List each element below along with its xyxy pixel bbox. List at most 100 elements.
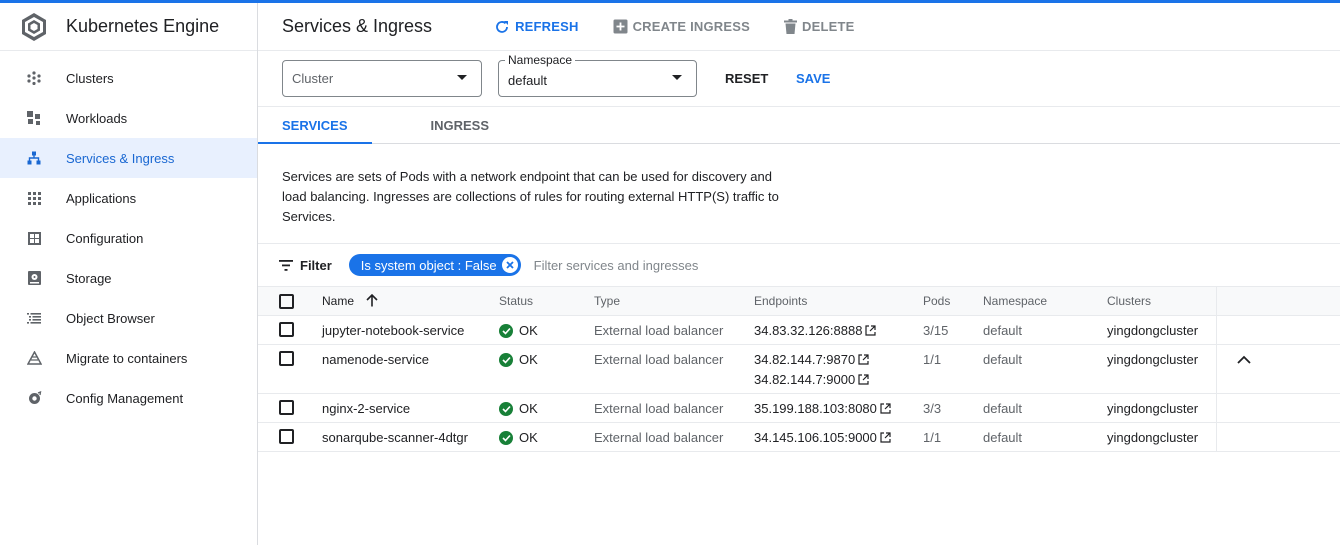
- filter-button[interactable]: Filter: [279, 258, 332, 273]
- cluster-select-placeholder: Cluster: [292, 71, 334, 86]
- filter-icon: [279, 259, 293, 271]
- refresh-icon: [496, 20, 509, 33]
- check-circle-icon: [499, 352, 513, 367]
- endpoint-link[interactable]: 34.145.106.105:9000: [754, 430, 923, 445]
- reset-button[interactable]: RESET: [725, 71, 768, 86]
- service-name[interactable]: sonarqube-scanner-4dtgr: [322, 423, 499, 452]
- endpoint-link[interactable]: 34.82.144.7:9870: [754, 352, 923, 367]
- cluster-select[interactable]: Cluster: [282, 60, 482, 97]
- service-name[interactable]: jupyter-notebook-service: [322, 316, 499, 345]
- pods-count: 3/3: [923, 401, 942, 416]
- chevron-up-icon[interactable]: [1236, 355, 1251, 364]
- cluster-cell[interactable]: yingdongcluster: [1107, 345, 1216, 394]
- sidebar-item-migrate-to-containers[interactable]: Migrate to containers: [0, 338, 257, 378]
- applications-icon: [26, 190, 42, 206]
- sidebar-item-services-ingress[interactable]: Services & Ingress: [0, 138, 257, 178]
- external-link-icon: [858, 354, 869, 365]
- table-filter-bar: Filter Is system object : False: [258, 243, 1340, 286]
- column-header-endpoints[interactable]: Endpoints: [754, 287, 923, 316]
- actions-cell: [1215, 344, 1340, 394]
- app-title: Kubernetes Engine: [66, 16, 220, 36]
- description-text: Services are sets of Pods with a network…: [282, 169, 779, 224]
- clusters-icon: [26, 70, 42, 86]
- sidebar-item-label: Clusters: [66, 70, 114, 86]
- caret-down-icon: [672, 75, 682, 80]
- brand: Kubernetes Engine: [0, 3, 257, 51]
- status-text: OK: [519, 430, 538, 445]
- namespace-select[interactable]: Namespace default: [498, 53, 697, 97]
- pods-count: 1/1: [923, 430, 942, 445]
- sidebar-item-label: Configuration: [66, 230, 144, 246]
- select-all-checkbox[interactable]: [279, 293, 294, 309]
- table-header-row: Name Status Type Endpoints Pods Namespac…: [258, 286, 1340, 316]
- trash-icon: [784, 19, 798, 34]
- table-row[interactable]: sonarqube-scanner-4dtgr OK External load…: [258, 422, 1340, 452]
- tab-bar: SERVICES INGRESS: [258, 107, 1340, 144]
- sidebar-item-label: Workloads: [66, 110, 128, 126]
- cluster-cell[interactable]: yingdongcluster: [1107, 423, 1216, 452]
- refresh-button[interactable]: REFRESH: [494, 19, 579, 35]
- sidebar-item-config-management[interactable]: Config Management: [0, 378, 257, 418]
- close-icon[interactable]: [501, 257, 518, 273]
- status-ok: OK: [499, 430, 594, 445]
- row-checkbox[interactable]: [279, 429, 294, 444]
- object-browser-icon: [26, 310, 42, 326]
- status-text: OK: [519, 352, 538, 367]
- sidebar-item-applications[interactable]: Applications: [0, 178, 257, 218]
- cluster-cell[interactable]: yingdongcluster: [1107, 394, 1216, 423]
- table-row[interactable]: nginx-2-service OK External load balance…: [258, 393, 1340, 423]
- column-header-clusters[interactable]: Clusters: [1107, 287, 1216, 316]
- service-name[interactable]: nginx-2-service: [322, 394, 499, 423]
- column-header-status[interactable]: Status: [499, 287, 594, 316]
- row-checkbox[interactable]: [279, 400, 294, 415]
- filter-label: Filter: [300, 257, 332, 273]
- tab-services[interactable]: SERVICES: [258, 107, 372, 144]
- endpoint-link[interactable]: 35.199.188.103:8080: [754, 401, 923, 416]
- filter-input[interactable]: [533, 257, 834, 273]
- row-checkbox[interactable]: [279, 351, 294, 366]
- filter-chip[interactable]: Is system object : False: [348, 254, 521, 276]
- sidebar-item-label: Migrate to containers: [66, 350, 188, 366]
- column-header-name[interactable]: Name: [322, 287, 499, 316]
- service-type: External load balancer: [594, 352, 724, 367]
- column-header-pods[interactable]: Pods: [923, 287, 983, 316]
- sidebar-item-label: Services & Ingress: [66, 150, 175, 166]
- status-ok: OK: [499, 401, 594, 416]
- endpoint-text: 35.199.188.103:8080: [754, 401, 877, 416]
- save-button[interactable]: SAVE: [796, 71, 830, 86]
- endpoint-link[interactable]: 34.83.32.126:8888: [754, 323, 923, 338]
- tab-ingress-label: INGRESS: [430, 118, 490, 133]
- cluster-cell[interactable]: yingdongcluster: [1107, 316, 1216, 345]
- external-link-icon: [880, 403, 891, 414]
- create-ingress-button[interactable]: CREATE INGRESS: [613, 19, 750, 34]
- storage-icon: [26, 270, 42, 286]
- sidebar: Kubernetes Engine Clusters Workloads Ser…: [0, 3, 258, 545]
- namespace-cell: default: [983, 430, 1023, 445]
- sidebar-item-workloads[interactable]: Workloads: [0, 98, 257, 138]
- column-header-actions: [1215, 286, 1340, 316]
- delete-button[interactable]: DELETE: [784, 19, 854, 34]
- table-row[interactable]: namenode-service OK External load balanc…: [258, 344, 1340, 394]
- service-name[interactable]: namenode-service: [322, 345, 499, 394]
- namespace-cell: default: [983, 323, 1023, 338]
- create-ingress-label: CREATE INGRESS: [632, 19, 751, 34]
- column-header-namespace[interactable]: Namespace: [983, 287, 1107, 316]
- sidebar-item-clusters[interactable]: Clusters: [0, 58, 257, 98]
- endpoint-text: 34.83.32.126:8888: [754, 323, 863, 338]
- namespace-select-value: default: [508, 73, 548, 88]
- sidebar-item-storage[interactable]: Storage: [0, 258, 257, 298]
- table-row[interactable]: jupyter-notebook-service OK External loa…: [258, 315, 1340, 345]
- status-text: OK: [519, 401, 538, 416]
- tab-ingress[interactable]: INGRESS: [372, 107, 490, 144]
- row-checkbox[interactable]: [279, 322, 294, 337]
- services-icon: [26, 150, 42, 166]
- configuration-icon: [26, 230, 42, 246]
- sidebar-item-object-browser[interactable]: Object Browser: [0, 298, 257, 338]
- delete-label: DELETE: [802, 19, 855, 34]
- column-header-type[interactable]: Type: [594, 287, 754, 316]
- sidebar-item-configuration[interactable]: Configuration: [0, 218, 257, 258]
- check-circle-icon: [499, 430, 513, 445]
- endpoint-link[interactable]: 34.82.144.7:9000: [754, 372, 923, 387]
- caret-down-icon: [457, 75, 467, 80]
- filter-chip-label: Is system object : False: [360, 257, 497, 273]
